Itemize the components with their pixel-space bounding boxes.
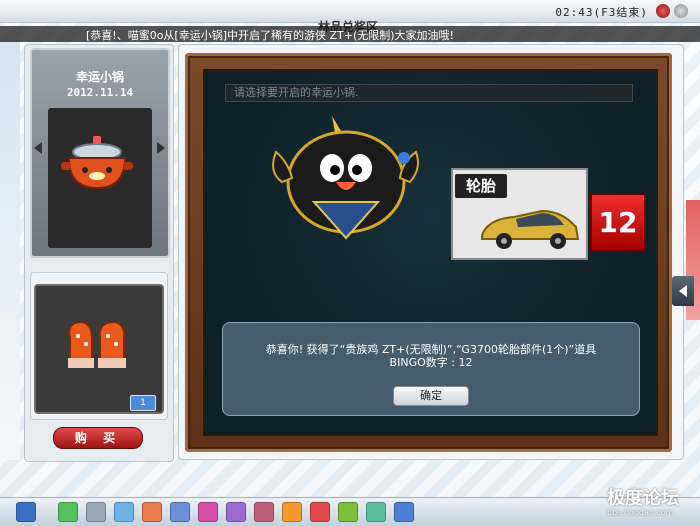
mitten-icon [68, 320, 126, 368]
user-icon[interactable] [16, 502, 36, 522]
chat-icon[interactable] [282, 502, 302, 522]
music-icon[interactable] [142, 502, 162, 522]
ticker-text: [恭喜!、喵蜜0o从[幸运小锅]中开启了稀有的游侠 ZT+(无限制)大家加油哦! [86, 29, 454, 42]
home-icon[interactable] [114, 502, 134, 522]
announcement-ticker: [恭喜!、喵蜜0o从[幸运小锅]中开启了稀有的游侠 ZT+(无限制)大家加油哦! [0, 26, 700, 42]
save-icon[interactable] [86, 502, 106, 522]
car-icon [481, 209, 580, 249]
noble-chicken-icon [272, 116, 419, 240]
friends-icon[interactable] [338, 502, 358, 522]
close-icon[interactable] [656, 4, 670, 18]
buy-button[interactable]: 购 买 [53, 427, 143, 449]
game-icon[interactable] [310, 502, 330, 522]
clock: 02:43(F3结束) [555, 6, 648, 19]
pot-select-input[interactable]: 请选择要开启的幸运小锅. [225, 84, 633, 102]
watermark-url: bbs.houdao.com [607, 508, 674, 517]
side-collapse-tab[interactable] [672, 276, 694, 306]
confirm-button[interactable]: 确定 [393, 386, 469, 406]
item-card-date: 2012.11.14 [66, 86, 134, 99]
bingo-number-box: 12 [590, 193, 646, 252]
photo-icon[interactable] [394, 502, 414, 522]
gift-icon[interactable] [198, 502, 218, 522]
back-icon[interactable] [58, 502, 78, 522]
settings-icon[interactable] [170, 502, 190, 522]
prev-arrow-icon[interactable] [34, 142, 42, 154]
mail-icon[interactable] [254, 502, 274, 522]
reward-card-label: 轮胎 [455, 174, 507, 198]
check-icon[interactable] [366, 502, 386, 522]
minimize-icon[interactable] [674, 4, 688, 18]
shop-icon[interactable] [226, 502, 246, 522]
watermark-title: 极度论坛 [607, 488, 679, 509]
background-left-decoration [0, 40, 20, 460]
bingo-line: BINGO数字 : 12 [389, 356, 473, 369]
item-card-title: 幸运小锅 [75, 70, 124, 84]
lucky-pot-icon [61, 136, 133, 190]
next-arrow-icon[interactable] [157, 142, 165, 154]
forum-watermark: 极度论坛 bbs.houdao.com [607, 484, 695, 520]
quantity-badge: 1 [130, 395, 156, 411]
